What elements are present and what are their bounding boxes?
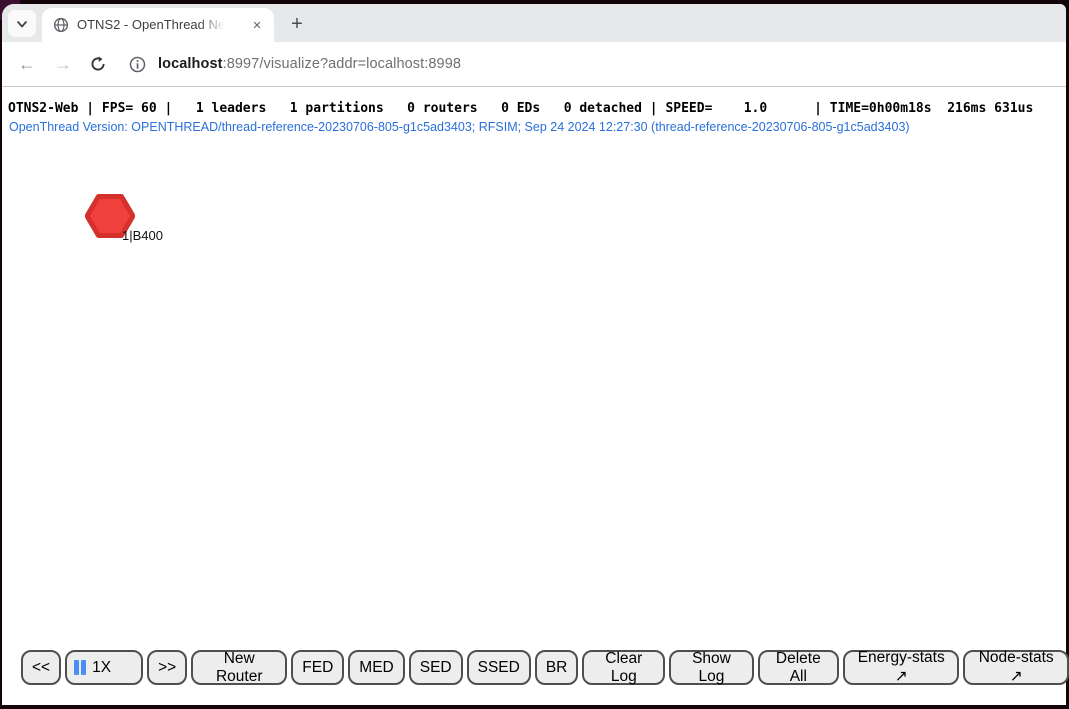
reload-glyph [89,55,107,73]
control-bar: << 1X >> New Router FED MED SED SSED BR … [21,650,1069,685]
delete-all-button[interactable]: Delete All [758,650,839,685]
screen: OTNS2 - OpenThread Ne ✕ + ← → [0,0,1069,709]
openthread-version-link[interactable]: OpenThread Version: OPENTHREAD/thread-re… [9,120,910,134]
url-host: localhost [158,56,223,72]
tab-otns2[interactable]: OTNS2 - OpenThread Ne ✕ [42,8,274,42]
forward-icon[interactable]: → [50,55,76,73]
sed-button[interactable]: SED [409,650,463,685]
new-tab-button[interactable]: + [283,11,311,37]
back-icon[interactable]: ← [14,55,40,73]
pause-icon [74,660,86,675]
simulation-status-line: OTNS2-Web | FPS= 60 | 1 leaders 1 partit… [8,101,1033,116]
url-text: localhost:8997/visualize?addr=localhost:… [158,56,461,72]
info-glyph [129,56,146,73]
show-log-button[interactable]: Show Log [669,650,753,685]
ssed-button[interactable]: SSED [467,650,531,685]
tab-search-button[interactable] [8,10,36,37]
node-label: 1|B400 [122,228,163,243]
fed-button[interactable]: FED [291,650,344,685]
step-forward-button[interactable]: >> [147,650,187,685]
tab-strip: OTNS2 - OpenThread Ne ✕ + [2,4,1066,42]
address-bar[interactable]: localhost:8997/visualize?addr=localhost:… [129,56,461,73]
globe-icon [53,17,69,33]
speed-button[interactable]: 1X [65,650,143,685]
clear-log-button[interactable]: Clear Log [582,650,665,685]
node-stats-button[interactable]: Node-stats ↗ [963,650,1069,685]
tab-title-fade [199,16,225,34]
chevron-down-icon [14,16,30,32]
new-router-button[interactable]: New Router [191,650,287,685]
tab-title-wrap: OTNS2 - OpenThread Ne [77,16,225,34]
url-path: :8997/visualize?addr=localhost:8998 [223,56,462,72]
med-button[interactable]: MED [348,650,404,685]
step-back-button[interactable]: << [21,650,61,685]
browser-toolbar: ← → localhost:8997/visualize?addr=localh… [2,42,1066,87]
reload-icon[interactable] [85,55,111,73]
close-icon[interactable]: ✕ [248,16,266,34]
energy-stats-button[interactable]: Energy-stats ↗ [843,650,959,685]
speed-label: 1X [92,659,111,677]
info-icon[interactable] [129,56,146,73]
br-button[interactable]: BR [535,650,579,685]
